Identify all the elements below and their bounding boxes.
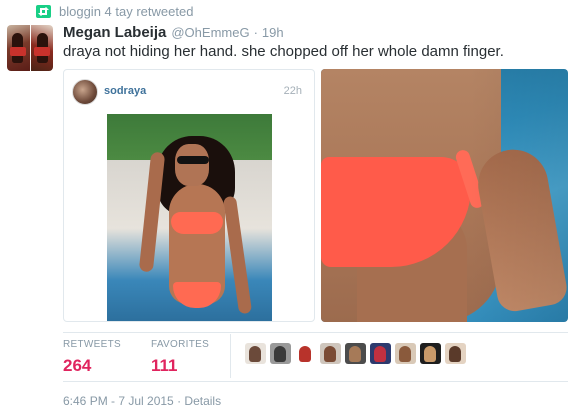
details-link[interactable]: Details — [184, 394, 221, 408]
favoriter-avatar[interactable] — [445, 343, 466, 364]
card-photo[interactable] — [107, 114, 272, 321]
favorites-count: 111 — [150, 356, 178, 375]
card-time: 22h — [283, 85, 302, 97]
favoriter-avatar[interactable] — [345, 343, 366, 364]
favoriter-avatar[interactable] — [395, 343, 416, 364]
favorites-label: FAVORITES — [150, 339, 210, 350]
author-avatar[interactable] — [7, 25, 53, 71]
tweet-timestamp[interactable]: 6:46 PM - 7 Jul 2015 — [63, 394, 174, 408]
tweet-text: draya not hiding her hand. she chopped o… — [63, 43, 504, 60]
footer-separator: · — [177, 394, 182, 408]
stats-top-divider — [63, 332, 568, 333]
favoriter-avatar[interactable] — [320, 343, 341, 364]
retweets-stat[interactable]: RETWEETS 264 — [63, 339, 121, 379]
retweeted-by-link[interactable]: bloggin 4 tay retweeted — [59, 4, 193, 19]
attached-photo[interactable] — [321, 69, 568, 322]
favoriter-avatar[interactable] — [270, 343, 291, 364]
card-user-avatar[interactable] — [72, 79, 98, 105]
retweets-count: 264 — [63, 356, 92, 375]
retweet-icon — [36, 4, 51, 18]
card-username[interactable]: sodraya — [104, 85, 146, 97]
tweet-footer: 6:46 PM - 7 Jul 2015 · Details — [63, 394, 221, 408]
retweets-label: RETWEETS — [63, 339, 121, 350]
header-separator: · — [253, 25, 258, 40]
favoriter-avatar[interactable] — [420, 343, 441, 364]
card-header: sodraya 22h — [64, 70, 314, 114]
stats-vertical-divider — [230, 334, 231, 378]
author-name[interactable]: Megan Labeija — [63, 24, 166, 41]
stats-row: RETWEETS 264 FAVORITES 111 — [63, 339, 239, 379]
retweet-context: bloggin 4 tay retweeted — [36, 3, 193, 19]
tweet-time-link[interactable]: 19h — [262, 25, 284, 40]
favoriter-avatar[interactable] — [370, 343, 391, 364]
favoriters-list — [245, 343, 470, 364]
favorites-stat[interactable]: FAVORITES 111 — [151, 339, 209, 379]
favoriter-avatar[interactable] — [295, 343, 316, 364]
embedded-instagram-card[interactable]: sodraya 22h — [63, 69, 315, 322]
favoriter-avatar[interactable] — [245, 343, 266, 364]
tweet-header: Megan Labeija @OhEmmeG · 19h — [63, 24, 284, 41]
author-handle[interactable]: @OhEmmeG — [171, 25, 249, 40]
stats-bottom-divider — [63, 381, 568, 382]
